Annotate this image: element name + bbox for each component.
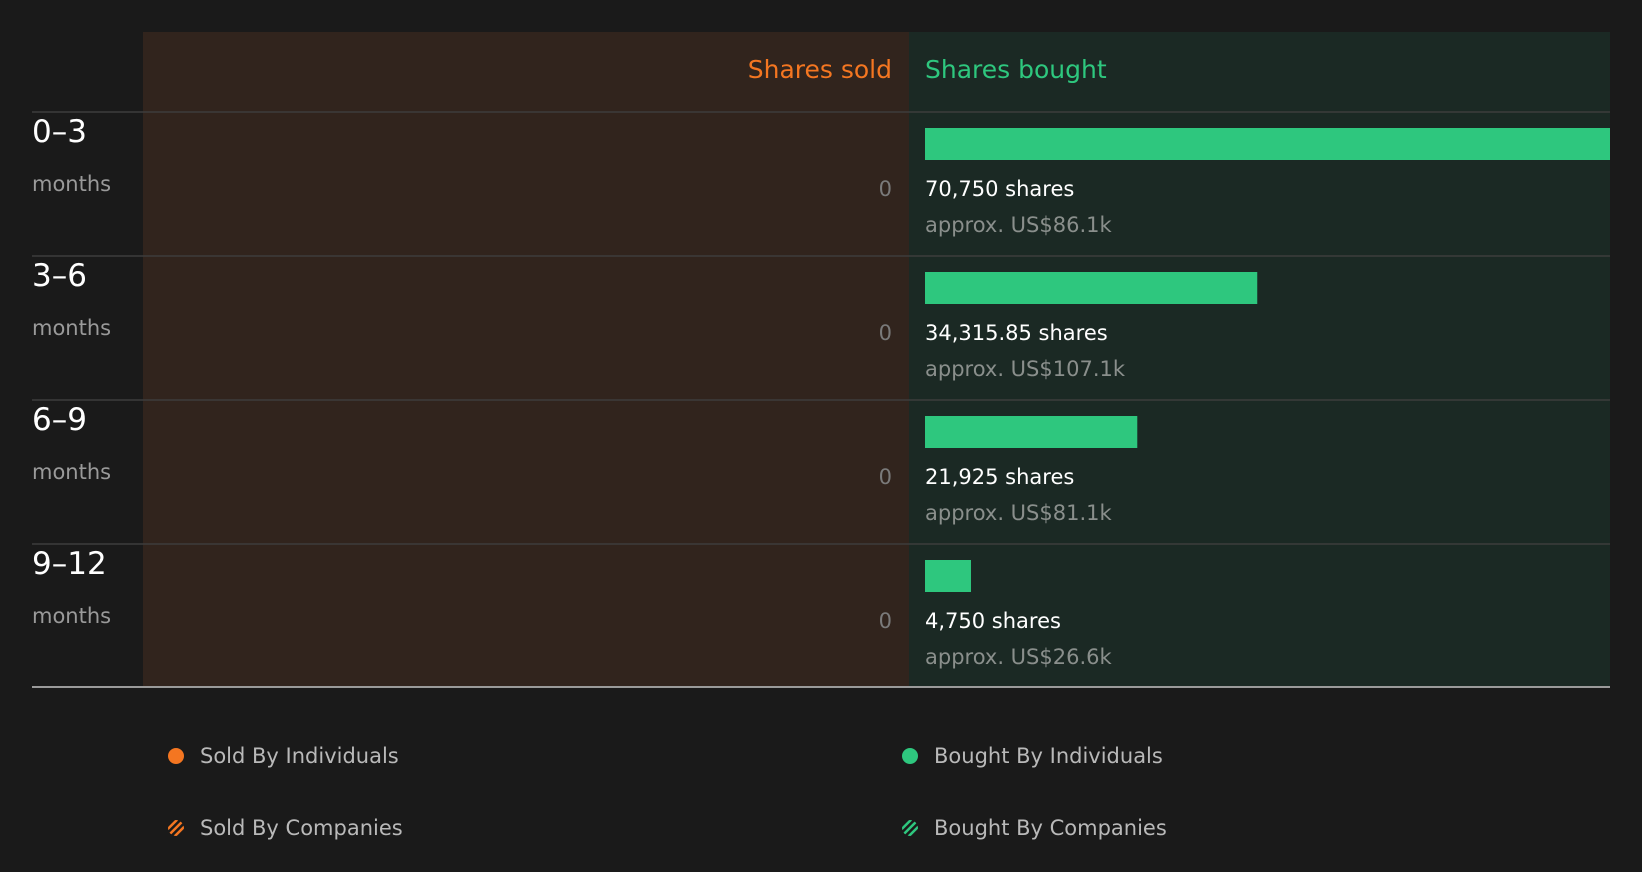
legend-label: Bought By Individuals [934,744,1163,768]
legend-bought-individuals: Bought By Individuals [902,744,1163,768]
sold-value-label: 0 [879,609,892,633]
sold-header: Shares sold [748,55,892,84]
orange-hatched-dot-icon [168,820,184,836]
green-hatched-dot-icon [902,820,918,836]
sold-value-label: 0 [879,321,892,345]
period-label: 6–9 [32,402,87,438]
period-label: 9–12 [32,546,107,582]
legend-label: Bought By Companies [934,816,1167,840]
bought-shares-label: 4,750 shares [925,609,1061,633]
orange-dot-icon [168,748,184,764]
bought-bar [925,416,1138,448]
period-unit-label: months [32,316,111,340]
bought-value-label: approx. US$107.1k [925,357,1126,381]
green-dot-icon [902,748,918,764]
insider-trading-chart: Shares sold Shares bought 0–3 months 0 70,7… [32,32,1610,688]
sold-panel-background [143,32,909,687]
period-label: 3–6 [32,258,87,294]
legend-label: Sold By Individuals [200,744,399,768]
period-unit-label: months [32,172,111,196]
bought-bar [925,272,1258,304]
bought-shares-label: 70,750 shares [925,177,1074,201]
period-label: 0–3 [32,114,87,150]
bought-value-label: approx. US$81.1k [925,501,1113,525]
bought-value-label: approx. US$86.1k [925,213,1113,237]
legend-label: Sold By Companies [200,816,403,840]
legend-bought-companies: Bought By Companies [902,816,1167,840]
sold-value-label: 0 [879,465,892,489]
period-unit-label: months [32,460,111,484]
bought-shares-label: 34,315.85 shares [925,321,1108,345]
legend-sold-individuals: Sold By Individuals [168,744,399,768]
bought-shares-label: 21,925 shares [925,465,1074,489]
period-unit-label: months [32,604,111,628]
bought-header: Shares bought [925,55,1107,84]
bought-bar [925,128,1610,160]
bought-bar [925,560,971,592]
legend-sold-companies: Sold By Companies [168,816,403,840]
sold-value-label: 0 [879,177,892,201]
bought-value-label: approx. US$26.6k [925,645,1113,669]
